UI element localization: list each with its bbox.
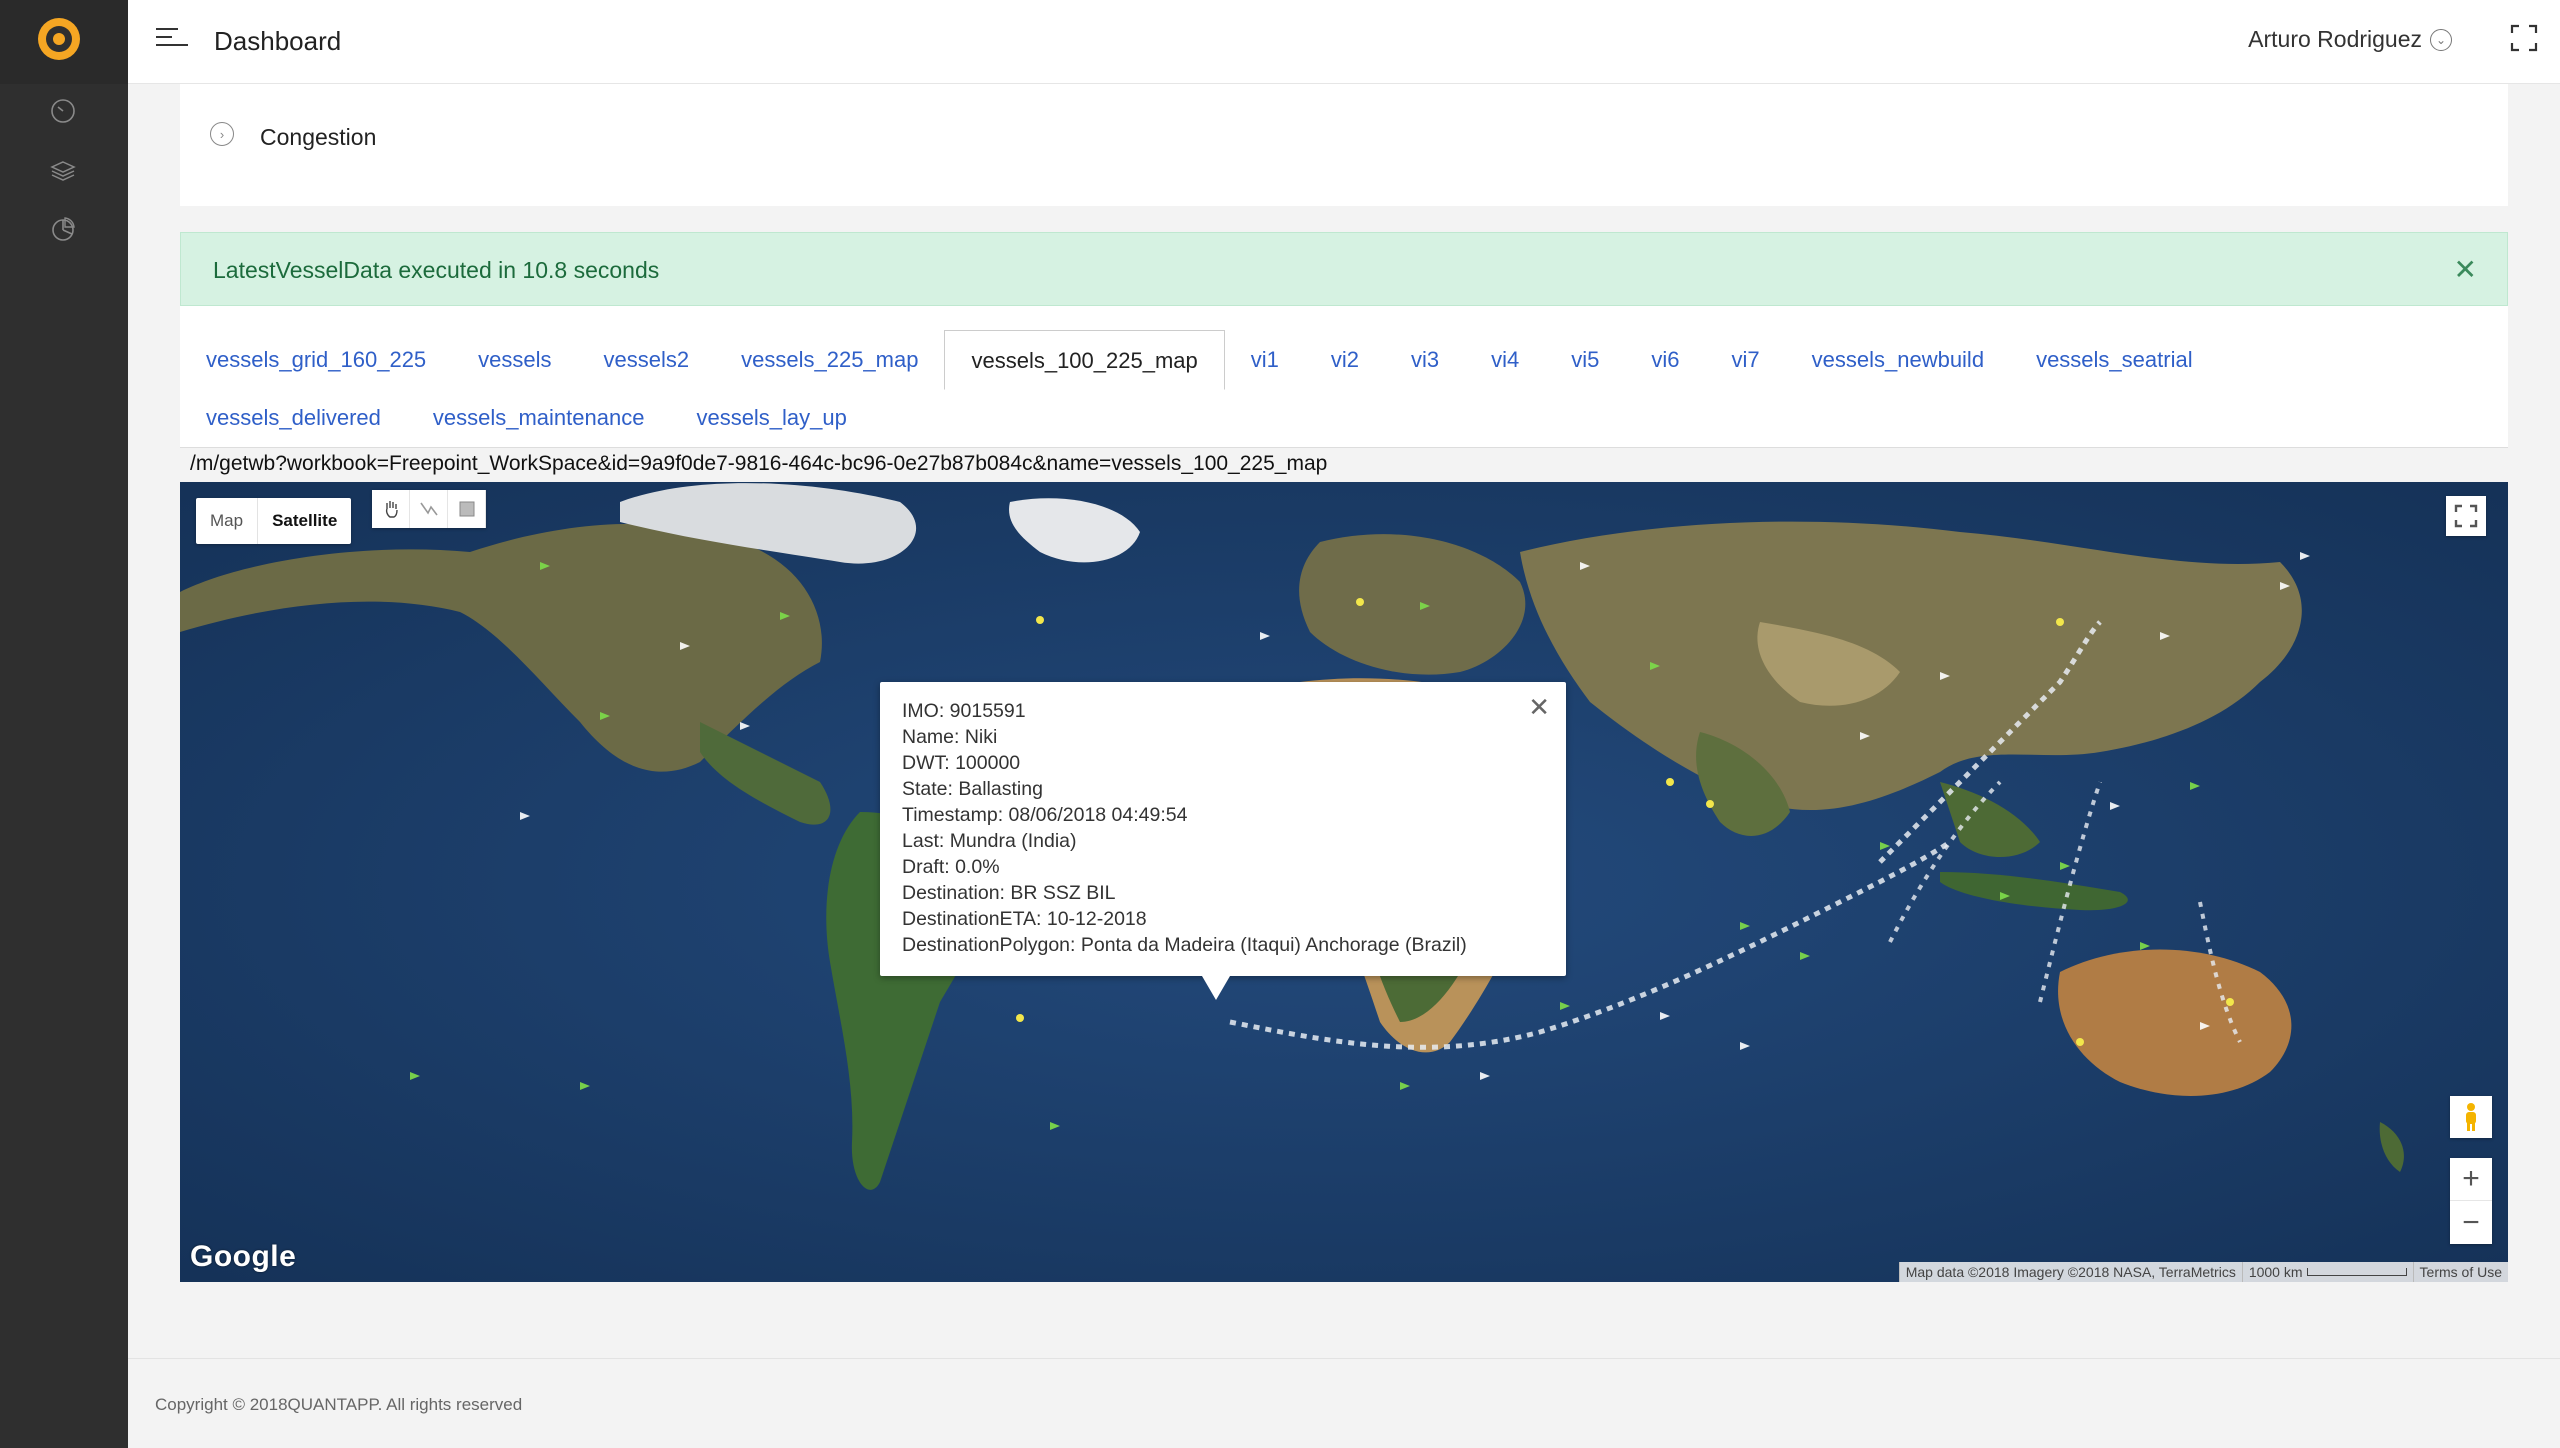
tab-vi6[interactable]: vi6 [1625, 330, 1705, 390]
tab-vessels-seatrial[interactable]: vessels_seatrial [2010, 330, 2219, 390]
vessel-detail-line: DestinationETA: 10-12-2018 [902, 908, 1147, 930]
zoom-out-button[interactable]: − [2450, 1201, 2492, 1244]
vessel-detail-line: Timestamp: 08/06/2018 04:49:54 [902, 804, 1188, 826]
tab-vessels-maintenance[interactable]: vessels_maintenance [407, 388, 671, 448]
hand-pan-icon[interactable] [372, 490, 410, 528]
vessel-detail-line: Name: Niki [902, 726, 998, 748]
logo-icon[interactable] [38, 18, 80, 60]
vessel-detail-line: Draft: 0.0% [902, 856, 1000, 878]
tab-vessels-100-225-map[interactable]: vessels_100_225_map [944, 330, 1225, 390]
tab-row: vessels_grid_160_225 vessels vessels2 vesse… [180, 330, 2219, 390]
zoom-in-button[interactable]: + [2450, 1158, 2492, 1201]
copyright-text: Copyright © 2018QUANTAPP. All rights res… [155, 1395, 523, 1414]
map-scale[interactable]: 1000 km [2241, 1262, 2413, 1282]
footer: Copyright © 2018QUANTAPP. All rights res… [128, 1358, 2560, 1448]
map-fullscreen-icon[interactable] [2446, 496, 2486, 536]
workbook-url: /m/getwb?workbook=Freepoint_WorkSpace&id… [190, 452, 1328, 475]
tab-vi7[interactable]: vi7 [1706, 330, 1786, 390]
street-view-pegman-icon[interactable] [2450, 1096, 2492, 1138]
success-alert: LatestVesselData executed in 10.8 second… [180, 232, 2508, 306]
tab-vessels-lay-up[interactable]: vessels_lay_up [670, 388, 872, 448]
map-type-satellite-button[interactable]: Satellite [257, 498, 351, 544]
user-name: Arturo Rodriguez [2248, 26, 2422, 52]
scale-label: 1000 km [2248, 1264, 2303, 1280]
page-title: Dashboard [214, 26, 342, 56]
vessel-detail-line: IMO: 9015591 [902, 700, 1026, 722]
fullscreen-icon[interactable] [2510, 24, 2538, 52]
vessel-detail-line: Destination: BR SSZ BIL [902, 882, 1116, 904]
vessel-details: IMO: 9015591 Name: Niki DWT: 100000 State: … [902, 698, 1544, 958]
zoom-control: + − [2450, 1158, 2492, 1244]
map-type-map-button[interactable]: Map [196, 498, 257, 544]
map-attribution: Map data ©2018 Imagery ©2018 NASA, Terra… [1898, 1262, 2508, 1282]
sidebar [0, 0, 128, 1448]
tab-vessels-225-map[interactable]: vessels_225_map [715, 330, 944, 390]
chevron-down-icon: ⌄ [2430, 28, 2452, 51]
tab-vi4[interactable]: vi4 [1465, 330, 1545, 390]
map-type-control: Map Satellite [196, 498, 352, 544]
vessel-detail-line: Last: Mundra (India) [902, 830, 1077, 852]
chevron-right-icon[interactable]: › [210, 122, 234, 146]
polyline-draw-icon[interactable] [410, 490, 448, 528]
panel-title[interactable]: Congestion [260, 124, 376, 151]
terms-of-use-link[interactable]: Terms of Use [2412, 1262, 2508, 1282]
close-icon[interactable]: ✕ [1528, 692, 1550, 723]
menu-toggle-icon[interactable] [156, 28, 188, 52]
map-data-credit: Map data ©2018 Imagery ©2018 NASA, Terra… [1898, 1262, 2242, 1282]
vessel-detail-line: DestinationPolygon: Ponta da Madeira (It… [902, 934, 1467, 956]
vessel-detail-line: State: Ballasting [902, 778, 1043, 800]
tabs-container: vessels_grid_160_225 vessels vessels2 vesse… [180, 306, 2508, 448]
tab-vi1[interactable]: vi1 [1225, 330, 1305, 390]
top-bar: Dashboard Arturo Rodriguez ⌄ [128, 0, 2560, 84]
pie-chart-icon[interactable] [48, 214, 78, 244]
alert-message: LatestVesselData executed in 10.8 second… [213, 257, 660, 283]
info-window-pointer [1202, 976, 1230, 1000]
congestion-panel: › Congestion [180, 84, 2508, 206]
scale-bar [2306, 1268, 2407, 1276]
close-icon[interactable]: ✕ [2454, 253, 2477, 286]
tab-vessels2[interactable]: vessels2 [578, 330, 716, 390]
vessel-detail-line: DWT: 100000 [902, 752, 1021, 774]
tab-vi2[interactable]: vi2 [1305, 330, 1385, 390]
tab-vi3[interactable]: vi3 [1385, 330, 1465, 390]
tab-vi5[interactable]: vi5 [1545, 330, 1625, 390]
rectangle-draw-icon[interactable] [448, 490, 486, 528]
google-logo: Google [190, 1240, 297, 1273]
tab-vessels[interactable]: vessels [452, 330, 577, 390]
drawing-tools [372, 490, 486, 528]
tab-row: vessels_delivered vessels_maintenance vess… [180, 388, 873, 448]
vessel-info-window: ✕ IMO: 9015591 Name: Niki DWT: 100000 State… [880, 682, 1566, 976]
tab-vessels-delivered[interactable]: vessels_delivered [180, 388, 407, 448]
layers-icon[interactable] [48, 156, 78, 186]
tab-vessels-grid-160-225[interactable]: vessels_grid_160_225 [180, 330, 452, 390]
gauge-icon[interactable] [48, 96, 78, 126]
user-menu[interactable]: Arturo Rodriguez ⌄ [2248, 26, 2452, 53]
tab-vessels-newbuild[interactable]: vessels_newbuild [1786, 330, 2010, 390]
map-view[interactable]: Map Satellite + − Google Map data ©2018 … [180, 482, 2508, 1282]
